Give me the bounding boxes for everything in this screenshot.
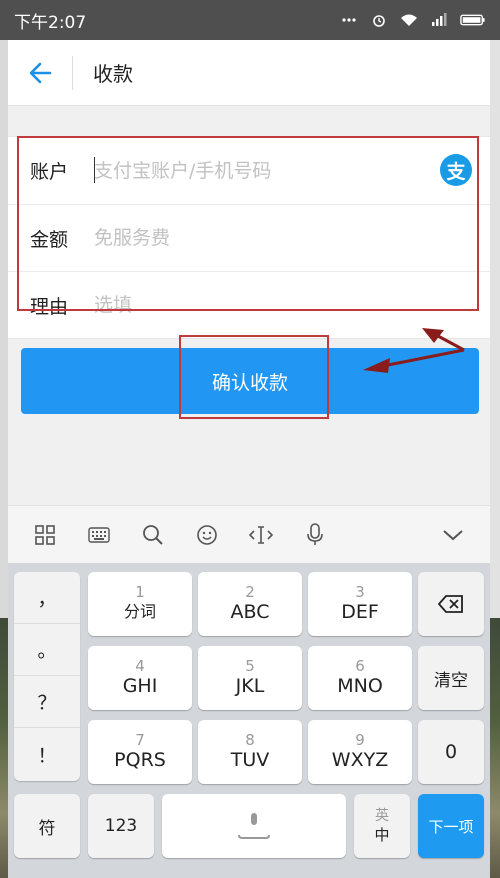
amount-input[interactable] — [94, 218, 490, 258]
cursor-move-icon[interactable] — [244, 518, 278, 552]
key-2[interactable]: 2 ABC — [198, 572, 302, 636]
battery-icon — [460, 14, 485, 26]
clear-key-label: 清空 — [434, 670, 468, 691]
key-3[interactable]: 3 DEF — [308, 572, 412, 636]
emoji-icon[interactable] — [190, 518, 224, 552]
alarm-icon — [373, 15, 385, 27]
punct-comma-key[interactable]: ， — [14, 572, 80, 624]
grid-menu-icon[interactable] — [28, 518, 62, 552]
key-6[interactable]: 6 MNO — [308, 646, 412, 710]
status-bar: 下午2:07 — [0, 0, 500, 40]
text-cursor — [94, 157, 95, 183]
key-9[interactable]: 9 WXYZ — [308, 720, 412, 784]
key-letters: DEF — [341, 601, 379, 623]
next-key-label: 下一项 — [428, 817, 474, 836]
back-arrow-icon — [29, 62, 52, 83]
t9-keyboard: ， 。 ？ ！ 1 分词 2 ABC 3 DEF 4 GHI 5 JKL 6 M… — [8, 563, 490, 878]
key-number: 5 — [245, 657, 255, 675]
key-number: 9 — [355, 731, 365, 749]
microphone-icon[interactable] — [298, 518, 332, 552]
account-label: 账户 — [30, 161, 69, 183]
dots-icon — [342, 18, 356, 22]
app-screen: 收款 账户 支 金额 理由 确认收款 — [8, 40, 490, 878]
status-time: 下午2:07 — [14, 12, 87, 33]
symbol-key[interactable]: 符 — [14, 794, 80, 858]
reason-input[interactable] — [94, 285, 490, 325]
appbar-divider — [72, 55, 73, 90]
amount-label: 金额 — [30, 228, 69, 251]
key-7[interactable]: 7 PQRS — [88, 720, 192, 784]
key-number: 7 — [135, 731, 145, 749]
backspace-icon — [438, 595, 463, 613]
page-title: 收款 — [93, 62, 133, 86]
microphone-icon — [238, 813, 270, 839]
key-letters: WXYZ — [331, 749, 389, 771]
clear-key[interactable]: 清空 — [418, 646, 484, 710]
key-1[interactable]: 1 分词 — [88, 572, 192, 636]
account-row: 账户 支 — [8, 137, 490, 204]
lang-bottom-label: 中 — [374, 825, 390, 844]
key-4[interactable]: 4 GHI — [88, 646, 192, 710]
amount-row: 金额 — [8, 204, 490, 271]
reason-row: 理由 — [8, 271, 490, 338]
key-zero-label: 0 — [444, 741, 458, 763]
key-5[interactable]: 5 JKL — [198, 646, 302, 710]
number-switch-key[interactable]: 123 — [88, 794, 154, 858]
punct-period-key[interactable]: 。 — [14, 624, 80, 676]
key-number: 1 — [135, 583, 145, 601]
status-icons — [340, 13, 486, 27]
next-field-key[interactable]: 下一项 — [418, 794, 484, 858]
key-letters: MNO — [337, 675, 383, 697]
key-letters: TUV — [230, 749, 270, 771]
backspace-key[interactable] — [418, 572, 484, 636]
key-letters: 分词 — [123, 602, 156, 621]
language-switch-key[interactable]: 英 中 — [354, 794, 410, 858]
back-button[interactable] — [8, 40, 72, 106]
confirm-receive-button[interactable]: 确认收款 — [21, 348, 479, 414]
key-letters: ABC — [230, 601, 270, 623]
keyboard-toolbar — [8, 505, 490, 563]
key-number: 2 — [245, 583, 255, 601]
key-number: 6 — [355, 657, 365, 675]
key-number: 8 — [245, 731, 255, 749]
key-letters: PQRS — [114, 749, 166, 771]
key-number: 3 — [355, 583, 365, 601]
space-key[interactable] — [162, 794, 346, 858]
account-input[interactable] — [94, 150, 490, 191]
lang-top-label: 英 — [375, 807, 389, 824]
key-letters: GHI — [122, 675, 158, 697]
signal-icon — [432, 13, 447, 26]
key-letters: JKL — [235, 675, 265, 697]
reason-label: 理由 — [30, 295, 69, 318]
search-icon[interactable] — [136, 518, 170, 552]
app-bar: 收款 — [8, 40, 490, 106]
alipay-contact-icon[interactable]: 支 — [440, 154, 472, 186]
wifi-icon — [401, 14, 417, 26]
punctuation-column: ， 。 ？ ！ — [14, 572, 80, 781]
punct-question-key[interactable]: ？ — [14, 676, 80, 728]
key-8[interactable]: 8 TUV — [198, 720, 302, 784]
number-switch-label: 123 — [104, 816, 138, 836]
chevron-down-icon[interactable] — [436, 518, 470, 552]
key-number: 4 — [135, 657, 145, 675]
punct-exclaim-key[interactable]: ！ — [14, 728, 80, 780]
symbol-key-label: 符 — [38, 818, 56, 839]
keyboard-layout-icon[interactable] — [82, 518, 116, 552]
payment-form: 账户 支 金额 理由 — [8, 136, 490, 339]
key-0[interactable]: 0 — [418, 720, 484, 784]
